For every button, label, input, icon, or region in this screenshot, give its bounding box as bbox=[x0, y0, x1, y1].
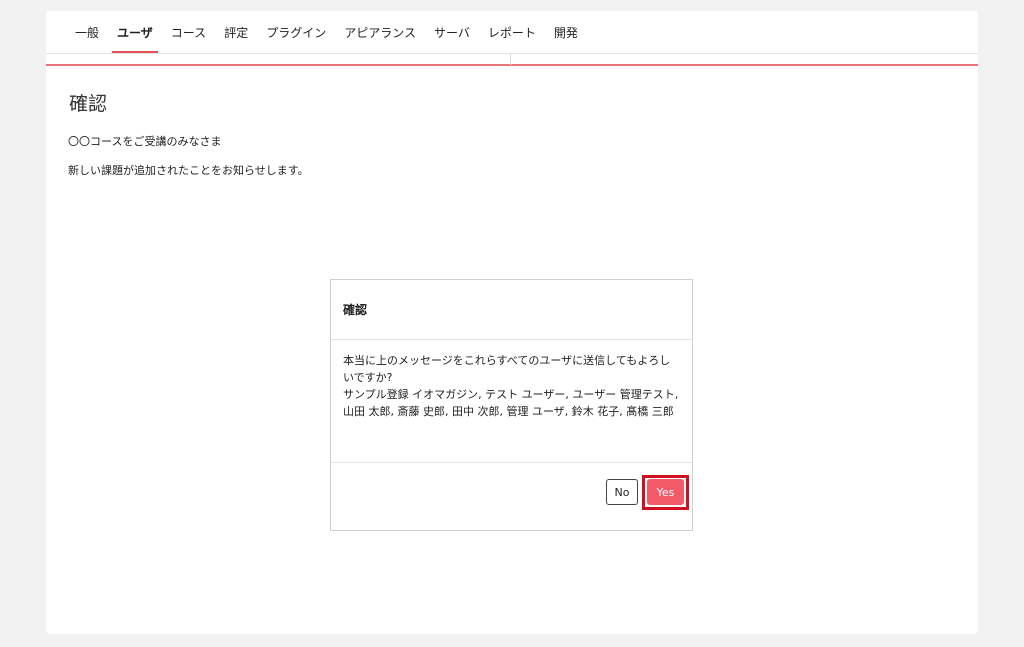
confirm-dialog: 確認 本当に上のメッセージをこれらすべてのユーザに送信してもよろしいですか? サ… bbox=[330, 279, 693, 531]
dialog-body: 本当に上のメッセージをこれらすべてのユーザに送信してもよろしいですか? サンプル… bbox=[331, 340, 692, 463]
dialog-title: 確認 bbox=[331, 280, 692, 340]
page-card: 一般 ユーザ コース 評定 プラグイン アピアランス サーバ レポート 開発 確… bbox=[46, 11, 978, 634]
page-title: 確認 bbox=[69, 93, 108, 115]
top-nav: 一般 ユーザ コース 評定 プラグイン アピアランス サーバ レポート 開発 bbox=[46, 11, 978, 53]
dialog-recipients: サンプル登録 イオマガジン, テスト ユーザー, ユーザー 管理テスト, 山田 … bbox=[343, 388, 679, 418]
tab-server-label: サーバ bbox=[433, 25, 470, 40]
message-line: 新しい課題が追加されたことをお知らせします。 bbox=[68, 164, 309, 177]
tab-courses[interactable]: コース bbox=[162, 11, 215, 53]
tab-plugins[interactable]: プラグイン bbox=[257, 11, 335, 53]
tab-grades[interactable]: 評定 bbox=[215, 11, 257, 53]
tab-plugins-label: プラグイン bbox=[266, 25, 327, 40]
tab-general[interactable]: 一般 bbox=[66, 11, 108, 53]
tab-general-label: 一般 bbox=[75, 25, 100, 40]
message-line: 〇〇コースをご受講のみなさま bbox=[68, 135, 222, 148]
subbar-divider bbox=[510, 54, 511, 65]
tab-development-label: 開発 bbox=[553, 25, 578, 40]
tab-server[interactable]: サーバ bbox=[425, 11, 479, 53]
tab-appearance-label: アピアランス bbox=[344, 25, 416, 40]
tab-reports-label: レポート bbox=[487, 25, 536, 40]
dialog-footer: No Yes bbox=[331, 463, 692, 530]
tab-reports[interactable]: レポート bbox=[479, 11, 545, 53]
tab-courses-label: コース bbox=[170, 25, 207, 40]
tab-users[interactable]: ユーザ bbox=[108, 11, 162, 53]
yes-button[interactable]: Yes bbox=[647, 479, 684, 505]
no-button[interactable]: No bbox=[606, 479, 638, 505]
tab-users-label: ユーザ bbox=[117, 25, 153, 40]
secondary-nav-bar bbox=[46, 53, 978, 66]
dialog-question: 本当に上のメッセージをこれらすべてのユーザに送信してもよろしいですか? bbox=[343, 354, 671, 384]
tab-appearance[interactable]: アピアランス bbox=[335, 11, 425, 53]
tab-development[interactable]: 開発 bbox=[545, 11, 587, 53]
tab-grades-label: 評定 bbox=[224, 25, 249, 40]
